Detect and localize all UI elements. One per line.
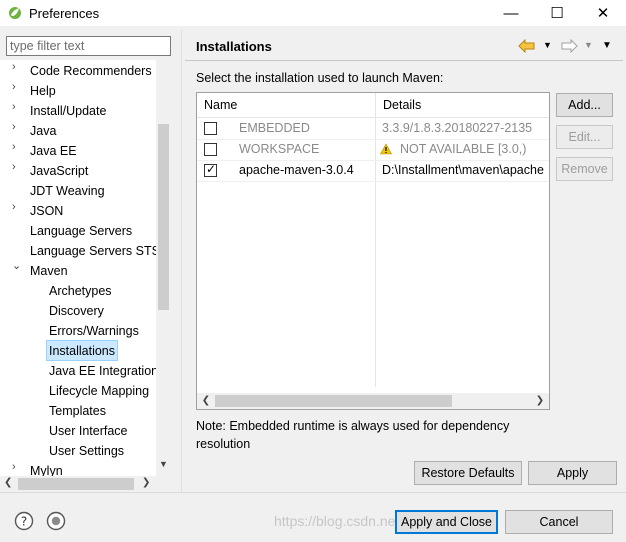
footer-separator xyxy=(0,492,626,493)
expand-icon[interactable]: › xyxy=(12,101,22,121)
checkbox[interactable] xyxy=(204,122,217,135)
warning-icon xyxy=(380,143,392,155)
tree-item-discovery[interactable]: Discovery xyxy=(49,301,104,321)
collapse-icon[interactable]: ⌄ xyxy=(12,259,22,279)
note-text: Note: Embedded runtime is always used fo… xyxy=(196,419,510,451)
import-export-preferences-icon[interactable] xyxy=(46,511,66,531)
window-title: Preferences xyxy=(29,6,100,21)
tree-item-maven[interactable]: Maven xyxy=(30,261,68,281)
tree-horizontal-scroll-thumb[interactable] xyxy=(18,478,134,490)
forward-menu-chevron-icon[interactable]: ▼ xyxy=(584,40,593,50)
scroll-right-arrow-icon[interactable]: ❯ xyxy=(142,477,150,488)
installation-details: D:\Installment\maven\apache xyxy=(382,163,544,177)
tree-item-mylyn[interactable]: Mylyn xyxy=(30,461,63,476)
installation-name: EMBEDDED xyxy=(239,121,310,135)
table-row[interactable]: EMBEDDED 3.3.9/1.8.3.20180227-2135 xyxy=(197,118,549,139)
checkbox[interactable] xyxy=(204,143,217,156)
maximize-button[interactable]: ☐ xyxy=(534,0,580,26)
tree-item-java-ee-integration[interactable]: Java EE Integration xyxy=(49,361,158,381)
scroll-left-arrow-icon[interactable]: ❮ xyxy=(198,393,214,409)
pane-divider[interactable] xyxy=(181,30,182,492)
scroll-right-arrow-icon[interactable]: ❯ xyxy=(532,393,548,409)
tree-item-installations[interactable]: Installations xyxy=(46,340,119,361)
expand-icon[interactable]: › xyxy=(12,461,22,476)
tree-item-json[interactable]: JSON xyxy=(30,201,63,221)
title-bar: Preferences — ☐ ✕ xyxy=(0,0,626,26)
apply-and-close-button[interactable]: Apply and Close xyxy=(395,510,498,534)
preferences-tree: › Code Recommenders › Help › Install/Upd… xyxy=(0,60,171,476)
intro-label: Select the installation used to launch M… xyxy=(196,71,444,85)
checkmark-icon: ✓ xyxy=(206,162,217,176)
edit-button[interactable]: Edit... xyxy=(556,125,613,149)
help-icon[interactable]: ? xyxy=(14,511,34,531)
expand-icon[interactable]: › xyxy=(12,61,22,81)
cancel-button[interactable]: Cancel xyxy=(505,510,613,534)
tree-item-java[interactable]: Java xyxy=(30,121,56,141)
tree-item-code-recommenders[interactable]: Code Recommenders xyxy=(30,61,152,81)
back-menu-chevron-icon[interactable]: ▼ xyxy=(543,40,552,50)
add-button[interactable]: Add... xyxy=(556,93,613,117)
apply-button[interactable]: Apply xyxy=(528,461,617,485)
tree-item-jdt-weaving[interactable]: JDT Weaving xyxy=(30,181,105,201)
restore-defaults-button[interactable]: Restore Defaults xyxy=(414,461,522,485)
checkbox-checked[interactable]: ✓ xyxy=(204,162,217,177)
column-header-details[interactable]: Details xyxy=(376,93,549,117)
tree-item-archetypes[interactable]: Archetypes xyxy=(49,281,112,301)
expand-icon[interactable]: › xyxy=(12,201,22,221)
installation-details: 3.3.9/1.8.3.20180227-2135 xyxy=(382,121,533,135)
tree-vertical-scroll-thumb[interactable] xyxy=(158,124,169,310)
expand-icon[interactable]: › xyxy=(12,141,22,161)
tree-item-javascript[interactable]: JavaScript xyxy=(30,161,88,181)
close-icon: ✕ xyxy=(596,5,610,22)
tree-item-help[interactable]: Help xyxy=(30,81,56,101)
filter-input[interactable] xyxy=(6,36,171,56)
tree-item-install-update[interactable]: Install/Update xyxy=(30,101,106,121)
scroll-down-arrow-icon[interactable]: ▼ xyxy=(158,459,169,473)
back-arrow-icon[interactable] xyxy=(518,39,536,53)
tree-item-user-settings[interactable]: User Settings xyxy=(49,441,124,461)
column-header-name[interactable]: Name xyxy=(197,93,375,117)
close-button[interactable]: ✕ xyxy=(580,0,626,26)
scroll-left-arrow-icon[interactable]: ❮ xyxy=(4,477,12,488)
tree-item-java-ee[interactable]: Java EE xyxy=(30,141,77,161)
expand-icon[interactable]: › xyxy=(12,161,22,181)
tree-item-user-interface[interactable]: User Interface xyxy=(49,421,128,441)
eclipse-spring-app-icon xyxy=(9,7,21,19)
table-horizontal-scroll-thumb[interactable] xyxy=(215,395,452,407)
installation-name: apache-maven-3.0.4 xyxy=(239,163,354,177)
tree-item-language-servers[interactable]: Language Servers xyxy=(30,221,132,241)
tree-item-language-servers-sts[interactable]: Language Servers STS xyxy=(30,241,160,261)
help-glyph: ? xyxy=(21,515,27,529)
table-row[interactable]: ✓ apache-maven-3.0.4 D:\Installment\mave… xyxy=(197,160,549,181)
installation-details: NOT AVAILABLE [3.0,) xyxy=(400,142,527,156)
view-menu-icon[interactable]: ▼ xyxy=(602,40,612,51)
tree-item-lifecycle-mapping[interactable]: Lifecycle Mapping xyxy=(49,381,149,401)
page-title: Installations xyxy=(196,39,272,54)
tree-item-templates[interactable]: Templates xyxy=(49,401,106,421)
installations-table: Name Details EMBEDDED 3.3.9/1.8.3.201802… xyxy=(196,92,550,410)
installation-name: WORKSPACE xyxy=(239,142,320,156)
minimize-icon: — xyxy=(503,4,519,22)
expand-icon[interactable]: › xyxy=(12,121,22,141)
table-row[interactable]: WORKSPACE NOT AVAILABLE [3.0,) xyxy=(197,139,549,160)
tree-item-errors-warnings[interactable]: Errors/Warnings xyxy=(49,321,139,341)
header-separator xyxy=(185,60,623,61)
expand-icon[interactable]: › xyxy=(12,81,22,101)
maximize-icon: ☐ xyxy=(550,5,564,22)
remove-button[interactable]: Remove xyxy=(556,157,613,181)
minimize-button[interactable]: — xyxy=(488,0,534,26)
forward-arrow-icon[interactable] xyxy=(560,39,578,53)
